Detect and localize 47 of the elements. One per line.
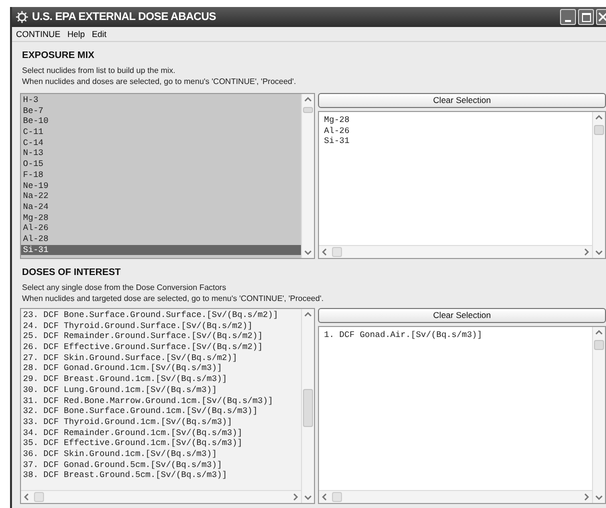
instruction-text: Select any single dose from the Dose Conversion Factors <box>22 282 228 293</box>
list-item[interactable]: F-18 <box>21 170 301 180</box>
list-item[interactable]: 34. DCF Remainder.Ground.1cm.[Sv/(Bq.s/m3)] <box>21 428 301 438</box>
list-item[interactable]: C-14 <box>21 138 301 148</box>
instruction-text: Select nuclides from list to build up the mix. <box>22 65 176 76</box>
list-item[interactable]: Mg-28 <box>324 115 592 126</box>
list-item[interactable]: Si-31 <box>21 244 301 256</box>
list-item[interactable]: 30. DCF Lung.Ground.1cm.[Sv/(Bq.s/m3)] <box>21 384 301 396</box>
section-heading: EXPOSURE MIX <box>22 50 96 62</box>
window-title: U.S. EPA EXTERNAL DOSE ABACUS <box>32 10 216 25</box>
list-item[interactable]: 28. DCF Gonad.Ground.1cm.[Sv/(Bq.s/m3)] <box>21 363 301 374</box>
list-item[interactable]: Na-22 <box>21 191 301 202</box>
menu-item[interactable]: CONTINUE <box>16 28 60 40</box>
list-item[interactable]: Al-28 <box>21 234 301 245</box>
list-item[interactable]: N-13 <box>21 148 301 160</box>
section-heading: DOSES OF INTEREST <box>22 267 122 279</box>
list-item[interactable]: Na-24 <box>21 202 301 213</box>
list-item[interactable]: 1. DCF Gonad.Air.[Sv/(Bq.s/m3)] <box>324 330 592 341</box>
list-item[interactable]: Al-26 <box>21 223 301 234</box>
list-item[interactable]: 32. DCF Bone.Surface.Ground.1cm.[Sv/(Bq.s/m3)] <box>21 406 301 417</box>
list-item[interactable]: 35. DCF Effective.Ground.1cm.[Sv/(Bq.s/m3)] <box>21 438 301 449</box>
instruction-text: When nuclides and doses are selected, go to menu's 'CONTINUE', 'Proceed'. <box>22 76 297 87</box>
list-item[interactable]: 26. DCF Effective.Ground.Surface.[Sv/(Bq.s/m2)] <box>21 342 301 353</box>
list-item[interactable]: 38. DCF Breast.Ground.5cm.[Sv/(Bq.s/m3)] <box>21 470 301 481</box>
list-item[interactable]: 27. DCF Skin.Ground.Surface.[Sv/(Bq.s/m2)] <box>21 352 301 364</box>
list-item[interactable]: Mg-28 <box>21 212 301 224</box>
clear-selection-button[interactable]: Clear Selection <box>318 308 606 323</box>
list-item[interactable]: H-3 <box>21 95 301 106</box>
list-item[interactable]: 31. DCF Red.Bone.Marrow.Ground.1cm.[Sv/(Bq.s/m3)] <box>21 396 301 406</box>
list-item[interactable]: Be-10 <box>21 116 301 128</box>
list-item[interactable]: Si-31 <box>324 136 592 148</box>
menu-item[interactable]: Edit <box>92 28 107 40</box>
list-item[interactable]: 36. DCF Skin.Ground.1cm.[Sv/(Bq.s/m3)] <box>21 448 301 460</box>
list-item[interactable]: 23. DCF Bone.Surface.Ground.Surface.[Sv/(Bq.s/m2)] <box>21 310 301 321</box>
instruction-text: When nuclides and targeted dose are selected, go to menu's 'CONTINUE', 'Proceed'. <box>22 293 325 304</box>
list-item[interactable]: Al-26 <box>324 126 592 136</box>
menu-item[interactable]: Help <box>67 28 85 40</box>
list-item[interactable]: 29. DCF Breast.Ground.1cm.[Sv/(Bq.s/m3)] <box>21 374 301 385</box>
list-item[interactable]: 25. DCF Remainder.Ground.Surface.[Sv/(Bq.s/m2)] <box>21 331 301 342</box>
list-item[interactable]: 24. DCF Thyroid.Ground.Surface.[Sv/(Bq.s/m2)] <box>21 320 301 332</box>
clear-selection-button[interactable]: Clear Selection <box>318 93 606 108</box>
list-item[interactable]: 37. DCF Gonad.Ground.5cm.[Sv/(Bq.s/m3)] <box>21 460 301 470</box>
list-item[interactable]: 33. DCF Thyroid.Ground.1cm.[Sv/(Bq.s/m3)] <box>21 416 301 428</box>
list-item[interactable]: Be-7 <box>21 106 301 116</box>
list-item[interactable]: Ne-19 <box>21 180 301 192</box>
list-item[interactable]: C-11 <box>21 127 301 138</box>
list-item[interactable]: O-15 <box>21 159 301 170</box>
